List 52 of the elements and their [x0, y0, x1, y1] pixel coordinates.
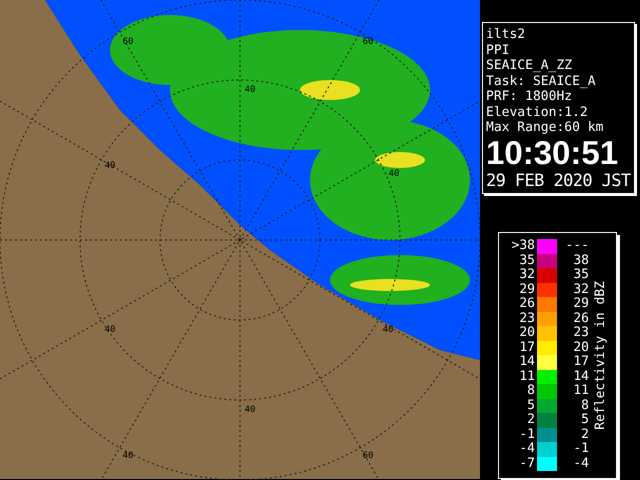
- legend-value: 32: [572, 282, 589, 297]
- legend-value: 35: [572, 268, 589, 282]
- legend-value: -4: [518, 442, 535, 456]
- legend-value: 11: [518, 370, 535, 384]
- info-line: ilts2: [486, 27, 526, 42]
- legend-value: 35: [518, 254, 535, 268]
- legend-value: 14: [572, 370, 589, 384]
- legend-value: 20: [572, 340, 589, 355]
- legend-value: 5: [580, 413, 589, 428]
- legend-value: 17: [572, 355, 589, 370]
- legend-value: 8: [526, 384, 535, 398]
- legend-value: 11: [572, 384, 589, 398]
- legend-value: 17: [518, 340, 535, 355]
- legend-value: -1: [572, 442, 589, 456]
- legend-value: -7: [518, 456, 535, 471]
- legend-value: 8: [580, 398, 589, 413]
- range-label: 60: [122, 37, 134, 47]
- info-line: Task: SEAICE_A: [486, 74, 597, 89]
- info-line: Elevation:1.2: [486, 104, 589, 120]
- legend-value: 26: [572, 312, 589, 326]
- legend-value: 20: [518, 326, 535, 340]
- info-line: PRF: 1800Hz: [486, 89, 574, 104]
- legend-value: 23: [518, 312, 535, 326]
- legend-value: -1: [518, 428, 535, 442]
- range-label: 40: [104, 161, 116, 171]
- legend-value: 23: [572, 326, 589, 340]
- legend-value: 38: [572, 254, 589, 268]
- range-label: 60: [362, 451, 374, 461]
- range-label: 40: [244, 85, 256, 95]
- legend-title: Reflectivity in dBZ: [592, 280, 610, 430]
- legend-value: 32: [518, 268, 535, 282]
- legend-value: 2: [526, 413, 535, 428]
- info-line: PPI: [486, 42, 510, 58]
- legend-value: 29: [572, 297, 589, 312]
- range-label: 40: [104, 325, 116, 335]
- legend-value: >38: [510, 239, 535, 254]
- date-text: 29 FEB 2020 JST: [486, 170, 631, 192]
- legend-value: 5: [526, 398, 535, 413]
- time-text: 10:30:51: [486, 136, 620, 170]
- legend-value: 29: [518, 282, 535, 297]
- info-line: Max Range:60 km: [486, 120, 604, 136]
- legend-value: 26: [518, 297, 535, 312]
- range-label: 40: [122, 451, 134, 461]
- legend-value: 2: [580, 428, 589, 442]
- legend-value: 14: [518, 355, 535, 370]
- range-label: 40: [382, 325, 394, 335]
- legend-value: -4: [572, 456, 589, 471]
- range-label: 40: [388, 169, 400, 179]
- info-line: SEAICE_A_ZZ: [486, 58, 574, 74]
- range-label: 40: [244, 405, 256, 415]
- range-label: 60: [362, 37, 374, 47]
- legend-value: ---: [564, 239, 589, 254]
